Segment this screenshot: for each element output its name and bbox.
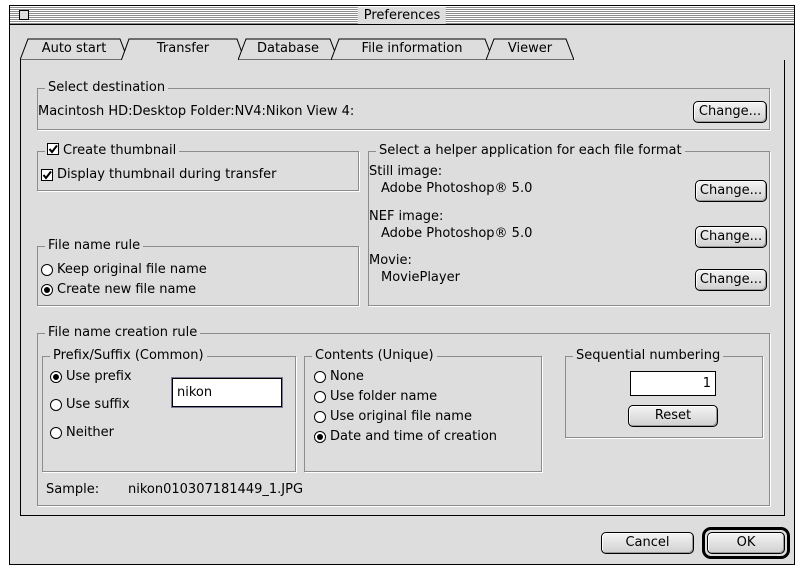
contents-none-label: None: [330, 369, 364, 384]
movie-type-label: Movie:: [369, 253, 412, 268]
sample-label: Sample:: [46, 482, 100, 497]
file-name-rule-title: File name rule: [45, 238, 144, 254]
use-prefix-label: Use prefix: [66, 369, 132, 384]
use-original-file-name-label: Use original file name: [330, 409, 472, 424]
destination-path: Macintosh HD:Desktop Folder:NV4:Nikon Vi…: [38, 104, 355, 119]
create-thumbnail-label: Create thumbnail: [63, 143, 177, 158]
keep-original-name-label: Keep original file name: [57, 262, 207, 277]
nef-image-change-button[interactable]: Change...: [695, 226, 767, 248]
sample-value: nikon010307181449_1.JPG: [128, 482, 304, 497]
nef-image-app: Adobe Photoshop® 5.0: [381, 226, 533, 241]
ok-button[interactable]: OK: [707, 532, 785, 554]
select-destination-title: Select destination: [45, 80, 169, 96]
sequential-number-input[interactable]: [630, 371, 716, 396]
use-suffix-radio[interactable]: [50, 399, 62, 411]
neither-label: Neither: [66, 425, 115, 440]
helper-application-group: Select a helper application for each fil…: [368, 143, 770, 306]
prefix-suffix-group: Prefix/Suffix (Common) Use prefix Use su…: [42, 348, 296, 472]
sequential-numbering-group: Sequential numbering Reset: [565, 348, 763, 438]
movie-change-button[interactable]: Change...: [695, 269, 767, 291]
neither-radio[interactable]: [50, 427, 62, 439]
still-image-app: Adobe Photoshop® 5.0: [381, 181, 533, 196]
destination-change-button[interactable]: Change...: [693, 101, 767, 123]
transfer-panel: Select destination Macintosh HD:Desktop …: [20, 60, 785, 516]
close-box[interactable]: [19, 10, 29, 20]
contents-none-radio[interactable]: [314, 371, 326, 383]
create-new-name-radio[interactable]: [41, 284, 53, 296]
contents-title: Contents (Unique): [312, 348, 437, 364]
create-new-name-label: Create new file name: [57, 282, 197, 297]
create-thumbnail-title: Create thumbnail: [45, 143, 180, 159]
select-destination-group: Select destination Macintosh HD:Desktop …: [37, 80, 770, 130]
thumbnail-group: Create thumbnail Display thumbnail durin…: [37, 143, 359, 191]
display-thumbnail-checkbox[interactable]: [41, 169, 53, 181]
tab-file-information[interactable]: File information: [331, 38, 493, 60]
tab-viewer[interactable]: Viewer: [486, 38, 574, 60]
date-time-creation-radio[interactable]: [314, 431, 326, 443]
title-bar[interactable]: Preferences: [10, 6, 794, 25]
create-thumbnail-checkbox[interactable]: [47, 143, 59, 155]
tab-transfer[interactable]: Transfer: [121, 38, 245, 61]
still-image-type-label: Still image:: [369, 164, 443, 179]
use-suffix-label: Use suffix: [66, 397, 130, 412]
file-name-creation-rule-group: File name creation rule Prefix/Suffix (C…: [37, 325, 770, 506]
display-thumbnail-label: Display thumbnail during transfer: [57, 167, 277, 182]
preferences-window: Preferences Auto start Transfer Database…: [9, 5, 795, 565]
prefix-suffix-input[interactable]: [172, 378, 282, 407]
nef-image-type-label: NEF image:: [369, 209, 444, 224]
use-prefix-radio[interactable]: [50, 371, 62, 383]
date-time-creation-label: Date and time of creation: [330, 429, 498, 444]
sequential-numbering-title: Sequential numbering: [573, 348, 724, 364]
use-folder-name-label: Use folder name: [330, 389, 438, 404]
use-folder-name-radio[interactable]: [314, 391, 326, 403]
tab-auto-start[interactable]: Auto start: [20, 38, 128, 60]
still-image-change-button[interactable]: Change...: [695, 180, 767, 202]
movie-app: MoviePlayer: [381, 270, 460, 285]
cancel-button[interactable]: Cancel: [601, 532, 694, 554]
file-name-rule-group: File name rule Keep original file name C…: [37, 238, 359, 306]
file-name-creation-rule-title: File name creation rule: [45, 325, 201, 341]
prefix-suffix-title: Prefix/Suffix (Common): [50, 348, 207, 364]
contents-group: Contents (Unique) None Use folder name U…: [304, 348, 542, 472]
tab-database[interactable]: Database: [238, 38, 338, 60]
window-title: Preferences: [357, 7, 447, 24]
helper-application-title: Select a helper application for each fil…: [376, 143, 685, 159]
keep-original-name-radio[interactable]: [41, 264, 53, 276]
tab-strip: Auto start Transfer Database File inform…: [10, 25, 794, 65]
use-original-file-name-radio[interactable]: [314, 411, 326, 423]
reset-button[interactable]: Reset: [628, 405, 718, 427]
